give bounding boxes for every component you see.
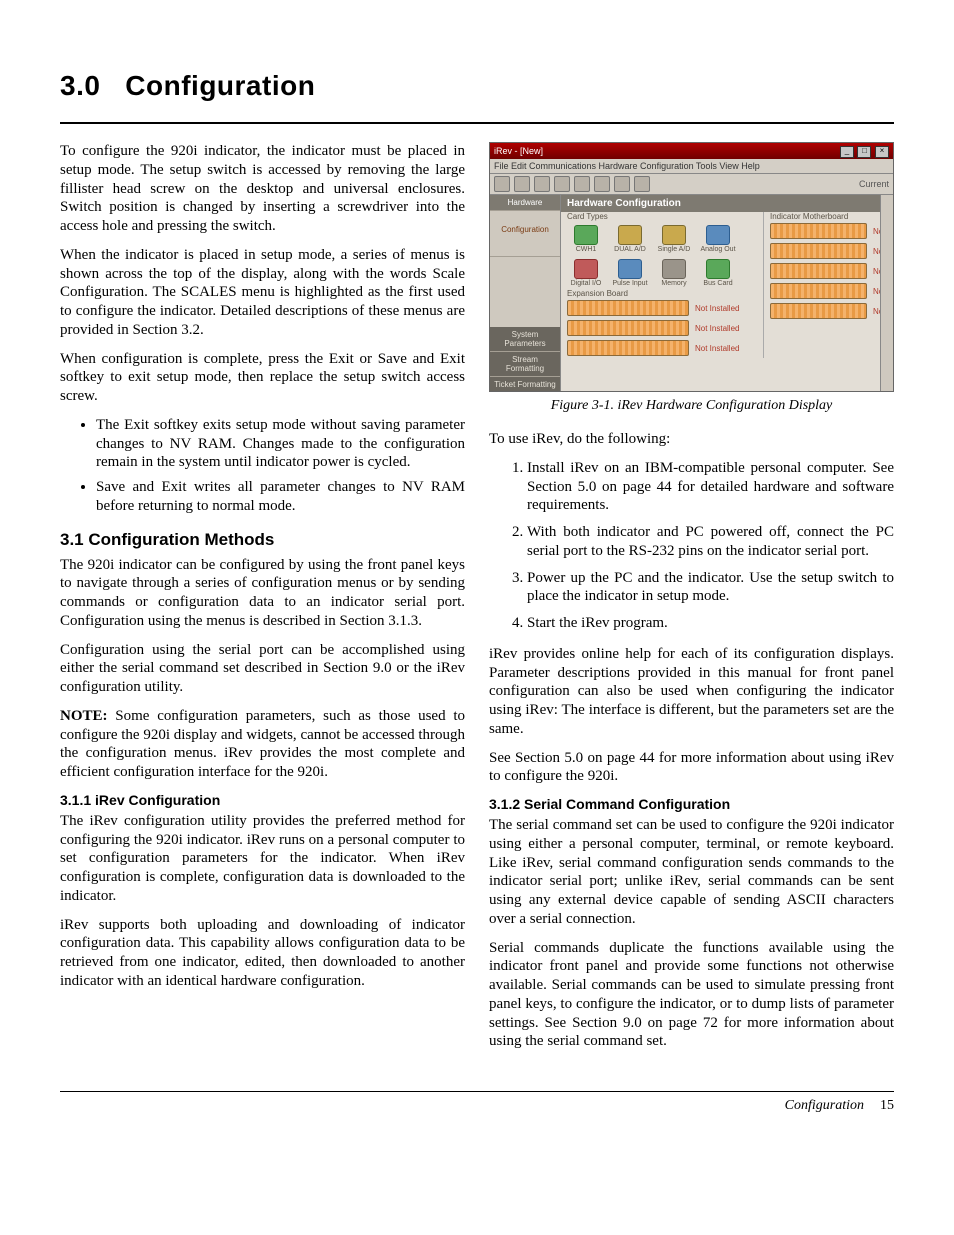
minimize-icon[interactable]: _ <box>840 146 854 158</box>
note-label: NOTE: <box>60 708 108 724</box>
footer-section: Configuration <box>785 1098 864 1114</box>
sidebar-item-hardware[interactable]: Hardware <box>490 195 560 211</box>
horizontal-rule <box>60 122 894 124</box>
section-title: Configuration <box>125 70 315 101</box>
toolbar-label: Current <box>859 179 889 189</box>
body-text: The iRev configuration utility provides … <box>60 812 465 906</box>
card-type[interactable]: CWH1 <box>567 225 605 253</box>
sidebar-item-stream[interactable]: Stream Formatting <box>490 352 560 377</box>
list-item: Power up the PC and the indicator. Use t… <box>527 569 894 607</box>
body-text: The 920i indicator can be configured by … <box>60 556 465 631</box>
slot[interactable] <box>770 243 867 259</box>
horizontal-rule <box>60 1091 894 1092</box>
toolbar-icon[interactable] <box>574 176 590 192</box>
list-item: The Exit softkey exits setup mode withou… <box>96 416 465 472</box>
list-item: Start the iRev program. <box>527 614 894 633</box>
card-type[interactable]: Pulse Input <box>611 259 649 287</box>
toolbar-icon[interactable] <box>534 176 550 192</box>
page-number: 15 <box>880 1098 894 1114</box>
expansion-label: Expansion Board <box>561 289 763 298</box>
heading-irev-config: 3.1.1 iRev Configuration <box>60 792 465 808</box>
slot-status: Not Installed <box>695 324 757 333</box>
section-number: 3.0 <box>60 70 100 101</box>
body-text: When the indicator is placed in setup mo… <box>60 246 465 340</box>
figure-caption: Figure 3-1. iRev Hardware Configuration … <box>489 398 894 414</box>
close-icon[interactable]: × <box>875 146 889 158</box>
list-item: Save and Exit writes all parameter chang… <box>96 478 465 516</box>
heading-serial-config: 3.1.2 Serial Command Configuration <box>489 796 894 812</box>
slot-status: Not Installed <box>695 304 757 313</box>
slot[interactable] <box>770 223 867 239</box>
card-type[interactable]: Analog Out <box>699 225 737 253</box>
body-text: iRev provides online help for each of it… <box>489 645 894 739</box>
sidebar: Hardware Configuration System Parameters… <box>490 195 561 392</box>
card-type[interactable]: Bus Card <box>699 259 737 287</box>
maximize-icon[interactable]: □ <box>857 146 871 158</box>
sidebar-item-configuration[interactable]: Configuration <box>490 211 560 257</box>
window-titlebar: iRev - [New] _ □ × <box>490 143 893 159</box>
slot[interactable] <box>770 263 867 279</box>
panel-title: Hardware Configuration <box>561 195 893 212</box>
slot[interactable] <box>567 320 689 336</box>
slot[interactable] <box>770 283 867 299</box>
toolbar-icon[interactable] <box>634 176 650 192</box>
body-text: See Section 5.0 on page 44 for more info… <box>489 749 894 787</box>
sidebar-item-ticket[interactable]: Ticket Formatting <box>490 377 560 392</box>
list-item: With both indicator and PC powered off, … <box>527 523 894 561</box>
body-text: Configuration using the serial port can … <box>60 641 465 697</box>
card-type[interactable]: DUAL A/D <box>611 225 649 253</box>
toolbar-icon[interactable] <box>554 176 570 192</box>
body-text: Serial commands duplicate the functions … <box>489 939 894 1052</box>
slot[interactable] <box>567 340 689 356</box>
body-text: To use iRev, do the following: <box>489 430 894 449</box>
figure-irev-screenshot: iRev - [New] _ □ × File Edit Communicati… <box>489 142 894 392</box>
toolbar-icon[interactable] <box>614 176 630 192</box>
window-title: iRev - [New] <box>494 146 543 156</box>
slot[interactable] <box>770 303 867 319</box>
menu-bar[interactable]: File Edit Communications Hardware Config… <box>490 159 893 174</box>
heading-config-methods: 3.1 Configuration Methods <box>60 530 465 550</box>
card-type[interactable]: Memory <box>655 259 693 287</box>
toolbar-icon[interactable] <box>594 176 610 192</box>
toolbar: Current <box>490 174 893 195</box>
body-text: iRev supports both uploading and downloa… <box>60 916 465 991</box>
note-text: NOTE: Some configuration parameters, suc… <box>60 707 465 782</box>
toolbar-icon[interactable] <box>494 176 510 192</box>
motherboard-label: Indicator Motherboard <box>764 212 893 221</box>
slot[interactable] <box>567 300 689 316</box>
card-types-label: Card Types <box>561 212 763 221</box>
sidebar-item-system[interactable]: System Parameters <box>490 327 560 352</box>
card-type[interactable]: Digital I/O <box>567 259 605 287</box>
scrollbar[interactable] <box>880 195 893 392</box>
body-text: The serial command set can be used to co… <box>489 816 894 929</box>
toolbar-icon[interactable] <box>514 176 530 192</box>
card-type[interactable]: Single A/D <box>655 225 693 253</box>
body-text: When configuration is complete, press th… <box>60 350 465 406</box>
slot-status: Not Installed <box>695 344 757 353</box>
body-text: To configure the 920i indicator, the ind… <box>60 142 465 236</box>
list-item: Install iRev on an IBM-compatible person… <box>527 459 894 515</box>
